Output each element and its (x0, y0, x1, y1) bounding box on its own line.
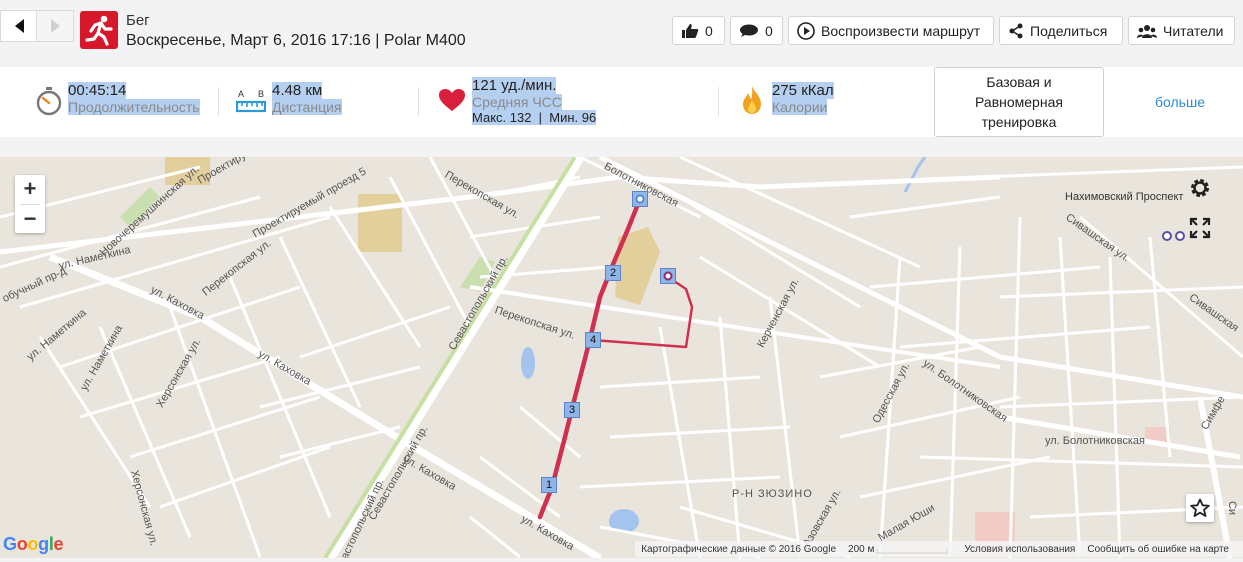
running-sport-icon (80, 11, 118, 49)
heart-rate-stat: 121 уд./мин. Средняя ЧСС Макс. 132 | Мин… (472, 77, 597, 126)
lap-marker[interactable]: 3 (564, 402, 580, 418)
stat-divider (218, 87, 219, 117)
map-scale-label: 200 м (848, 543, 875, 555)
heart-rate-max-min: Макс. 132 | Мин. 96 (472, 110, 597, 125)
zoom-in-button[interactable]: + (15, 175, 45, 204)
group-icon (1137, 24, 1157, 38)
lap-marker[interactable]: 4 (585, 332, 601, 348)
distance-icon-a: A (238, 89, 244, 99)
lap-marker[interactable]: 2 (605, 265, 621, 281)
duration-value: 00:45:14 (68, 82, 127, 99)
kakhovka-street (48, 253, 602, 558)
map-copyright: Картографические данные © 2016 Google (641, 543, 837, 555)
share-button[interactable]: Поделиться (999, 16, 1123, 45)
replay-route-label: Воспроизвести маршрут (821, 22, 981, 39)
sport-name: Бег (126, 12, 150, 29)
replay-route-button[interactable]: Воспроизвести маршрут (788, 16, 994, 45)
page-header: Бег Воскресенье, Март 6, 2016 17:16 | Po… (0, 0, 1243, 62)
duration-stat: 00:45:14 Продолжительность (68, 82, 200, 115)
fullscreen-button[interactable] (1186, 214, 1214, 242)
route-start-icon (635, 194, 645, 204)
heart-rate-value: 121 уд./мин. (472, 77, 557, 94)
distance-stat: 4.48 км Дистанция (272, 82, 342, 115)
arrow-right-icon (50, 19, 60, 33)
exercise-subtitle: Воскресенье, Март 6, 2016 17:16 | Polar … (126, 32, 466, 49)
map-terms-link[interactable]: Условия использования (964, 544, 1075, 555)
calories-stat: 275 кКал Калории (772, 82, 834, 115)
followers-button[interactable]: Читатели (1128, 16, 1235, 45)
district-label: Р-Н ЗЮЗИНО (732, 488, 813, 500)
stopwatch-icon (36, 87, 62, 116)
flame-icon (743, 86, 761, 114)
comments-button[interactable]: 0 (730, 16, 783, 45)
map-street-label: Си (1226, 500, 1239, 516)
next-exercise-button[interactable] (36, 10, 74, 42)
calories-label: Калории (772, 99, 828, 115)
fullscreen-icon (1189, 217, 1211, 239)
heart-icon (439, 89, 465, 111)
metro-icon (1162, 231, 1172, 241)
google-logo[interactable]: Google (3, 534, 64, 555)
play-circle-icon (797, 21, 815, 40)
distance-label: Дистанция (272, 99, 342, 115)
stat-divider (718, 87, 719, 117)
map-report-link[interactable]: Сообщить об ошибке на карте (1087, 544, 1229, 555)
zoom-out-button[interactable]: − (15, 205, 45, 234)
like-button[interactable]: 0 (672, 16, 725, 45)
like-count: 0 (705, 22, 713, 39)
exercise-summary-bar: 00:45:14 Продолжительность A B 4.48 км Д… (0, 67, 1243, 137)
more-link[interactable]: больше (1155, 94, 1205, 110)
stat-divider (418, 87, 419, 117)
favorite-route-button[interactable] (1186, 494, 1214, 522)
metro-icon (1175, 231, 1185, 241)
comment-bubble-icon (740, 24, 758, 37)
thumbs-up-icon (682, 23, 699, 38)
star-icon (1190, 498, 1210, 517)
calories-value: 275 кКал (772, 82, 834, 99)
route-end-marker[interactable] (660, 268, 676, 284)
distance-ruler-icon: A B (236, 89, 266, 113)
comment-count: 0 (765, 22, 773, 39)
route-start-marker[interactable] (632, 191, 648, 207)
map-street-label: ул. Болотниковская (1045, 435, 1145, 447)
gear-icon (1191, 179, 1209, 197)
training-benefit-box: Базовая и Равномерная тренировка (934, 67, 1104, 137)
duration-label: Продолжительность (68, 99, 200, 115)
map-settings-button[interactable] (1186, 174, 1214, 202)
map-stream (903, 157, 927, 193)
distance-icon-b: B (258, 89, 264, 99)
lap-marker[interactable]: 1 (541, 477, 557, 493)
route-map[interactable]: Болотниковская Перекопская ул. Проектиру… (0, 157, 1243, 558)
share-label: Поделиться (1030, 22, 1108, 39)
route-end-icon (663, 271, 673, 281)
distance-value: 4.48 км (272, 82, 323, 99)
share-icon (1009, 23, 1023, 38)
previous-exercise-button[interactable] (0, 10, 38, 42)
exercise-title-block: Бег Воскресенье, Март 6, 2016 17:16 | Po… (126, 12, 466, 50)
map-area (358, 194, 402, 252)
zoom-controls: + − (15, 175, 45, 233)
metro-station-label: Нахимовский Проспект (1065, 191, 1184, 203)
arrow-left-icon (14, 19, 24, 33)
followers-label: Читатели (1163, 22, 1224, 39)
heart-rate-label: Средняя ЧСС (472, 94, 562, 110)
map-footer: Картографические данные © 2016 Google 20… (635, 541, 1243, 557)
map-pond (521, 347, 535, 379)
